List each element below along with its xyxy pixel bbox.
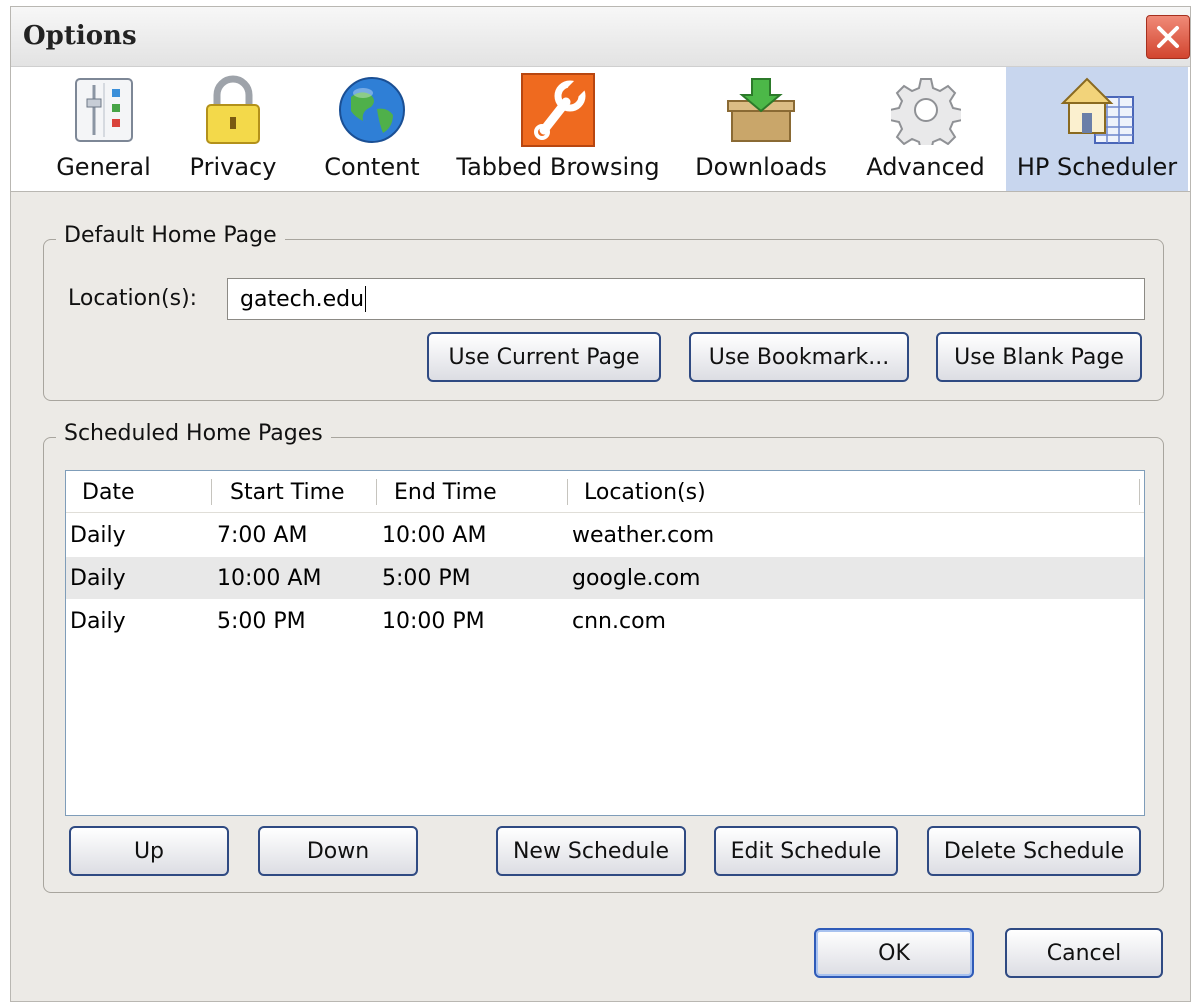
column-header-start-time[interactable]: Start Time [230,471,345,513]
cell-end-time: 10:00 AM [382,522,487,548]
tab-downloads-label: Downloads [695,153,827,181]
download-box-icon [721,73,801,147]
wrench-icon [518,73,598,147]
schedule-list-header: Date Start Time End Time Location(s) [66,471,1144,513]
use-blank-page-button[interactable]: Use Blank Page [936,332,1142,382]
cell-date: Daily [70,608,126,634]
down-button[interactable]: Down [258,826,418,876]
column-header-end-time[interactable]: End Time [394,471,497,513]
cancel-button[interactable]: Cancel [1005,928,1163,978]
scheduled-home-pages-legend: Scheduled Home Pages [56,421,331,446]
cell-start-time: 5:00 PM [217,608,306,634]
tab-tabbed-browsing-label: Tabbed Browsing [456,153,660,181]
cell-end-time: 10:00 PM [382,608,485,634]
tab-privacy[interactable]: Privacy [183,67,283,191]
tab-privacy-label: Privacy [189,153,277,181]
general-settings-icon [64,73,144,147]
text-caret [365,286,367,312]
globe-icon [332,73,412,147]
tab-advanced-label: Advanced [866,153,985,181]
delete-schedule-button[interactable]: Delete Schedule [927,826,1141,876]
column-separator[interactable] [1139,479,1140,505]
tab-downloads[interactable]: Downloads [691,67,831,191]
location-input-value: gatech.edu [240,286,365,312]
column-header-date[interactable]: Date [82,471,135,513]
edit-schedule-button[interactable]: Edit Schedule [714,826,898,876]
close-icon [1157,26,1179,48]
location-label: Location(s): [68,286,198,311]
use-bookmark-button[interactable]: Use Bookmark... [689,332,909,382]
cell-location: weather.com [572,522,715,548]
cell-date: Daily [70,565,126,591]
tab-hp-scheduler[interactable]: HP Scheduler [1006,67,1188,191]
use-current-page-button[interactable]: Use Current Page [427,332,661,382]
tab-hp-scheduler-label: HP Scheduler [1016,153,1178,181]
cell-start-time: 7:00 AM [217,522,308,548]
table-row[interactable]: Daily 5:00 PM 10:00 PM cnn.com [66,600,1144,642]
up-button[interactable]: Up [69,826,229,876]
gear-icon [886,73,966,147]
title-bar: Options [11,7,1190,67]
category-toolbar: General Privacy Content Tabbed Browsing … [11,67,1190,192]
table-row[interactable]: Daily 7:00 AM 10:00 AM weather.com [66,514,1144,556]
new-schedule-button[interactable]: New Schedule [496,826,686,876]
default-home-page-group: Default Home Page Location(s): gatech.ed… [43,223,1164,401]
column-separator[interactable] [567,479,568,505]
tab-advanced[interactable]: Advanced [863,67,988,191]
cell-date: Daily [70,522,126,548]
cell-location: google.com [572,565,701,591]
schedule-list[interactable]: Date Start Time End Time Location(s) Dai… [65,470,1145,816]
ok-button[interactable]: OK [814,928,974,978]
tab-tabbed-browsing[interactable]: Tabbed Browsing [453,67,663,191]
window-title: Options [23,21,137,51]
close-button[interactable] [1146,15,1190,59]
cell-location: cnn.com [572,608,666,634]
column-header-locations[interactable]: Location(s) [584,471,706,513]
default-home-page-legend: Default Home Page [56,223,285,248]
table-row[interactable]: Daily 10:00 AM 5:00 PM google.com [66,557,1144,599]
home-schedule-icon [1057,73,1137,147]
tab-general[interactable]: General [51,67,156,191]
options-window: Options General Privacy Content Tabbed B… [10,6,1191,1002]
padlock-icon [193,73,273,147]
cell-end-time: 5:00 PM [382,565,471,591]
column-separator[interactable] [376,479,377,505]
cell-start-time: 10:00 AM [217,565,322,591]
column-separator[interactable] [211,479,212,505]
scheduled-home-pages-group: Scheduled Home Pages Date Start Time End… [43,421,1164,893]
tab-general-label: General [56,153,151,181]
tab-content-label: Content [324,153,420,181]
tab-content[interactable]: Content [316,67,428,191]
location-input[interactable]: gatech.edu [227,278,1145,320]
